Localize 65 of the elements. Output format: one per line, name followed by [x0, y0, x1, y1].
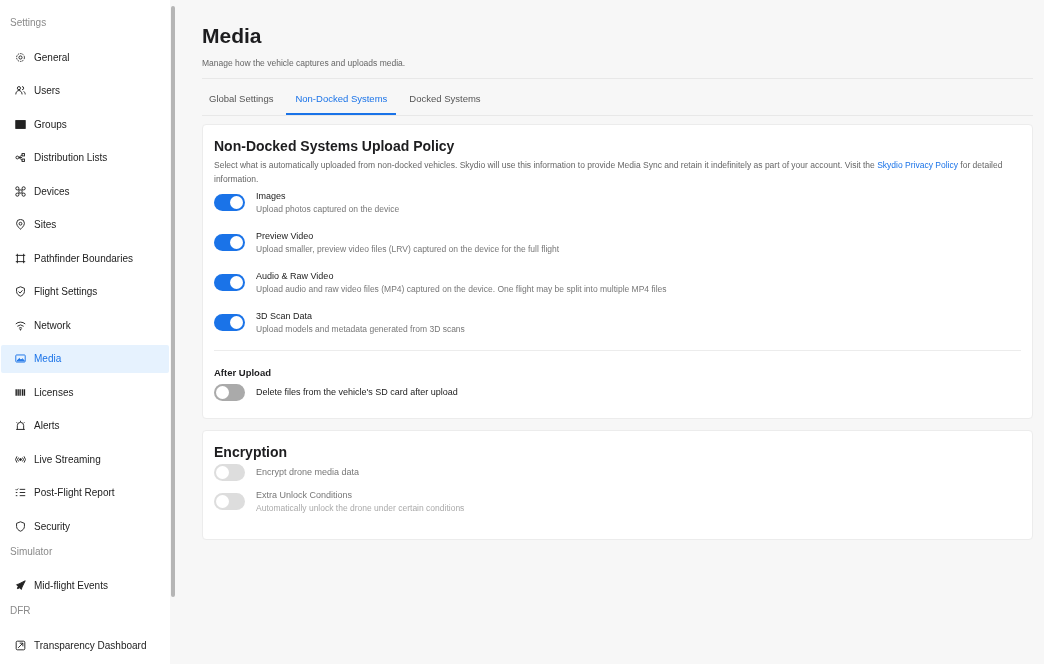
section-title: After Upload: [214, 367, 272, 378]
external-link-icon: [15, 639, 26, 651]
sidebar-item[interactable]: Pathfinder Boundaries: [1, 244, 169, 272]
image-icon: [15, 353, 26, 364]
sidebar-item[interactable]: Media: [1, 344, 169, 373]
sidebar-item[interactable]: Alerts: [1, 411, 169, 440]
location-pin-icon: [15, 219, 26, 230]
sidebar-item[interactable]: Mid-flight Events: [1, 571, 169, 600]
rocket-icon: [15, 580, 26, 591]
checklist-icon: [15, 487, 26, 498]
sidebar-item[interactable]: Transparency Dashboard: [1, 631, 169, 659]
sidebar-item[interactable]: Live Streaming: [1, 445, 169, 473]
sidebar-item[interactable]: Licenses: [1, 378, 169, 406]
siren-icon: [15, 420, 26, 431]
option-description: Upload audio and raw video files (MP4) captured on the device. One flight may be split into multiple MP4 files: [256, 283, 667, 296]
tab[interactable]: Docked Systems: [400, 86, 490, 115]
wifi-icon: [15, 319, 26, 331]
option-label: Encrypt drone media data: [256, 466, 360, 479]
sidebar-item[interactable]: Network: [1, 311, 169, 339]
tab[interactable]: Global Settings: [202, 86, 283, 115]
page-title: Media: [202, 24, 263, 48]
option-label: Audio & Raw Video: [256, 270, 335, 283]
option-label: 3D Scan Data: [256, 310, 314, 323]
sidebar-item[interactable]: Sites: [1, 210, 169, 239]
bars-icon: [15, 386, 26, 398]
sidebar-item[interactable]: General: [1, 43, 169, 71]
toggle-switch[interactable]: [214, 194, 245, 211]
sidebar-section-heading: Simulator: [9, 545, 54, 559]
sidebar-item[interactable]: Devices: [1, 177, 169, 205]
sidebar-item[interactable]: Flight Settings: [1, 277, 169, 306]
option-label: Preview Video: [256, 230, 315, 243]
option-label: Extra Unlock Conditions: [256, 489, 354, 502]
broadcast-icon: [15, 453, 26, 465]
card-title: Encryption: [214, 444, 289, 460]
option-label: Delete files from the vehicle's SD card after upload: [256, 386, 458, 399]
sidebar-section-heading: Settings: [9, 17, 48, 30]
tab[interactable]: Non-Docked Systems: [286, 86, 397, 115]
sidebar-item[interactable]: Post-Flight Report: [1, 478, 169, 507]
sidebar-item[interactable]: Groups: [1, 110, 169, 138]
toggle-switch[interactable]: [214, 234, 245, 251]
privacy-policy-link[interactable]: Skydio Privacy Policy: [877, 160, 958, 170]
nodes-icon: [15, 152, 26, 163]
scrollbar[interactable]: [171, 6, 175, 597]
sidebar-section-heading: DFR: [9, 605, 32, 618]
sidebar-item[interactable]: Users: [1, 76, 169, 105]
card-title: Non-Docked Systems Upload Policy: [214, 138, 456, 154]
gear-icon: [15, 51, 26, 63]
option-description: Upload smaller, preview video files (LRV) captured on the device for the full flight: [256, 243, 560, 256]
toggle-switch[interactable]: [214, 314, 245, 331]
option-label: Images: [256, 190, 287, 203]
command-icon: [15, 185, 26, 197]
shield-icon: [15, 520, 26, 532]
option-description: Upload models and metadata generated from 3D scans: [256, 323, 465, 336]
card-description: Select what is automatically uploaded from non-docked vehicles. Skydio will use this information to provide Media Sync and retain it indefinitely as part of your account. Visit the Skydio Privacy Policy for detailed information.: [214, 159, 1004, 186]
sidebar-item[interactable]: Distribution Lists: [1, 143, 169, 172]
frame-icon: [15, 252, 26, 264]
option-description: Automatically unlock the drone under certain conditions: [256, 502, 465, 515]
shield-check-icon: [15, 286, 26, 297]
toggle-switch[interactable]: [214, 384, 245, 401]
option-description: Upload photos captured on the device: [256, 203, 400, 216]
toggle-switch[interactable]: [214, 274, 245, 291]
users-icon: [15, 85, 26, 96]
sidebar-item[interactable]: Security: [1, 512, 169, 540]
square-icon: [15, 118, 26, 130]
page-subtitle: Manage how the vehicle captures and uploads media.: [202, 58, 1033, 79]
